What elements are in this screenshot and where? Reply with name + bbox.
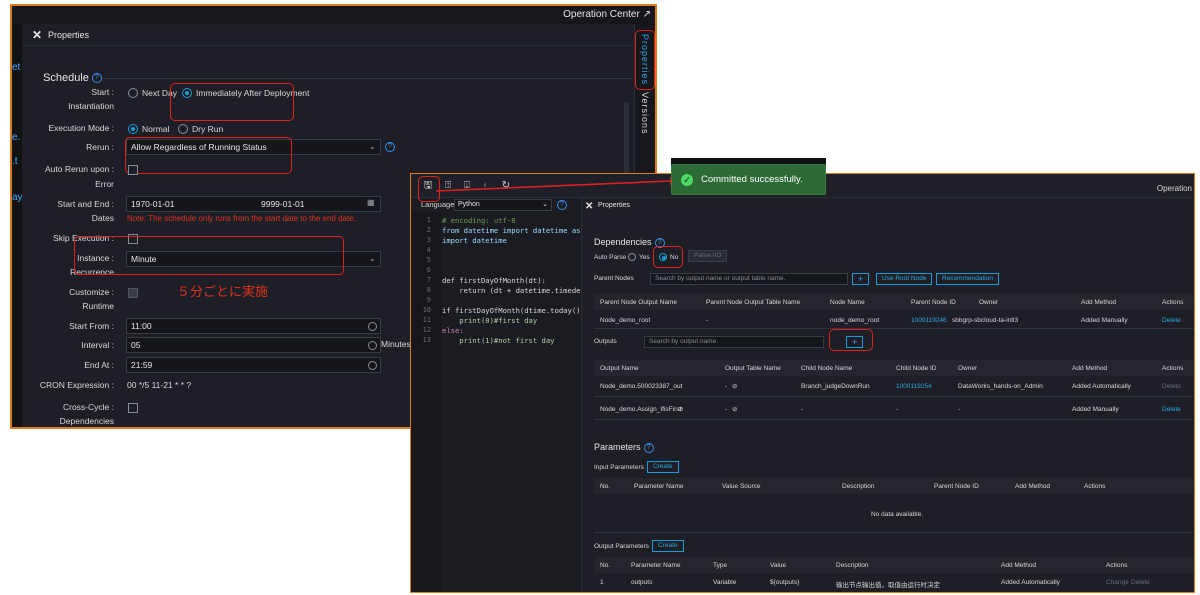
check-icon: ✓	[681, 174, 693, 186]
callout-arrow	[435, 177, 678, 192]
success-toast: ✓ Committed successfully.	[671, 164, 826, 195]
toast-message: Committed successfully.	[701, 174, 803, 185]
